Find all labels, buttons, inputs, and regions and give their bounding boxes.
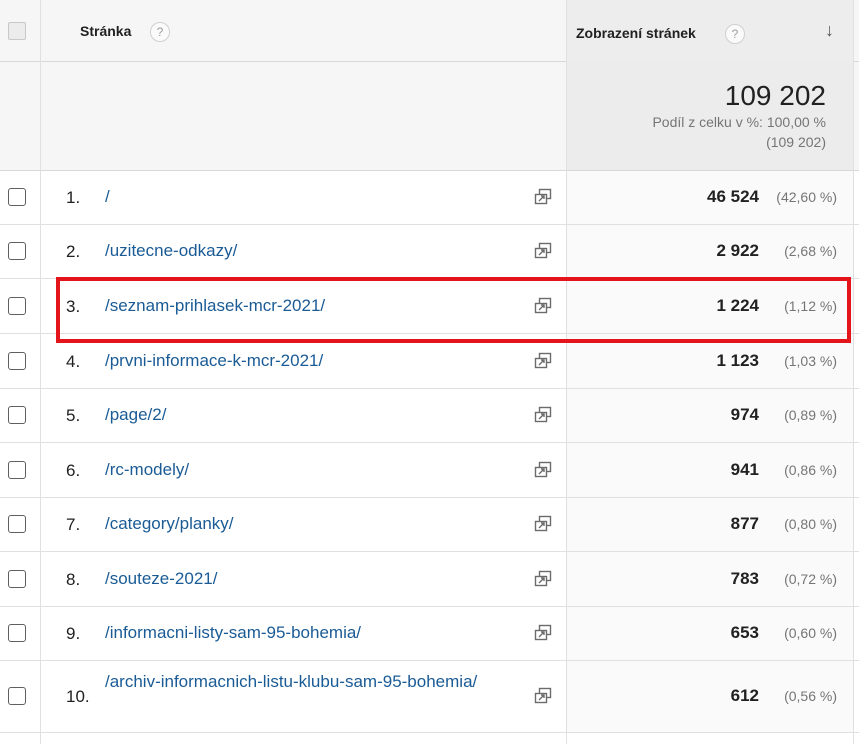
select-all-checkbox[interactable]	[8, 22, 26, 40]
column-header-pageviews[interactable]: Zobrazení stránek	[576, 25, 696, 41]
row-checkbox[interactable]	[8, 515, 26, 533]
open-in-new-window-icon[interactable]	[533, 406, 553, 424]
table-row: 6. /rc-modely/941 (0,86 %)	[0, 443, 859, 498]
total-absolute: (109 202)	[766, 134, 826, 150]
open-in-new-window-icon[interactable]	[533, 687, 553, 705]
row-checkbox[interactable]	[8, 351, 26, 370]
row-checkbox[interactable]	[8, 624, 26, 642]
pageviews-percent: (2,68 %)	[784, 243, 837, 259]
table-row: 10. /archiv-informacnich-listu-klubu-sam-…	[0, 661, 859, 733]
pageviews-percent: (42,60 %)	[776, 189, 837, 205]
pageviews-value: 2 922	[716, 241, 759, 260]
row-index: 1.	[66, 188, 81, 207]
page-path-link[interactable]: /seznam-prihlasek-mcr-2021/	[105, 295, 525, 317]
row-checkbox[interactable]	[8, 296, 26, 315]
row-checkbox[interactable]	[8, 188, 26, 206]
open-in-new-window-icon[interactable]	[533, 515, 553, 533]
pageviews-value: 653	[730, 623, 759, 642]
analytics-table: Stránka ? Zobrazení stránek ? ↓ 109 202 …	[0, 0, 859, 744]
pageviews-value: 974	[730, 405, 759, 424]
page-path-link[interactable]: /uzitecne-odkazy/	[105, 240, 525, 262]
open-in-new-window-icon[interactable]	[533, 352, 553, 370]
totals-row: 109 202 Podíl z celku v %: 100,00 % (109…	[0, 62, 859, 171]
row-checkbox[interactable]	[8, 406, 26, 424]
column-divider	[40, 0, 41, 744]
pageviews-percent: (0,60 %)	[784, 625, 837, 641]
help-icon[interactable]: ?	[150, 22, 170, 42]
total-share: Podíl z celku v %: 100,00 %	[652, 114, 826, 130]
totals-metric-cell: 109 202 Podíl z celku v %: 100,00 % (109…	[567, 62, 853, 170]
open-in-new-window-icon[interactable]	[533, 242, 553, 260]
pageviews-value: 46 524	[707, 187, 759, 206]
page-path-link[interactable]: /	[105, 186, 525, 208]
pageviews-percent: (0,72 %)	[784, 570, 837, 587]
row-index: 2.	[66, 242, 81, 261]
pageviews-value: 612	[730, 686, 759, 705]
sort-arrow-down-icon[interactable]: ↓	[825, 20, 834, 41]
pageviews-percent: (0,80 %)	[784, 516, 837, 532]
pageviews-value: 783	[730, 568, 759, 588]
row-index: 10.	[66, 687, 90, 706]
pageviews-percent: (1,03 %)	[784, 352, 837, 369]
column-header-page[interactable]: Stránka	[80, 23, 131, 39]
table-header: Stránka ? Zobrazení stránek ? ↓	[0, 0, 859, 62]
page-path-link[interactable]: /category/planky/	[105, 513, 525, 535]
pageviews-value: 1 123	[716, 350, 759, 370]
open-in-new-window-icon[interactable]	[533, 297, 553, 315]
row-index: 6.	[66, 460, 81, 480]
open-in-new-window-icon[interactable]	[533, 570, 553, 588]
row-checkbox[interactable]	[8, 460, 26, 479]
row-checkbox[interactable]	[8, 687, 26, 705]
row-index: 3.	[66, 296, 81, 316]
page-path-link[interactable]: /souteze-2021/	[105, 568, 525, 590]
page-path-link[interactable]: /informacni-listy-sam-95-bohemia/	[105, 622, 525, 644]
column-divider	[853, 0, 854, 744]
pageviews-percent: (0,56 %)	[784, 688, 837, 704]
row-index: 4.	[66, 351, 81, 371]
row-index: 9.	[66, 624, 81, 643]
table-row: 4. /prvni-informace-k-mcr-2021/1 123 (1,03…	[0, 334, 859, 389]
table-row: 2. /uzitecne-odkazy/2 922 (2,68 %)	[0, 225, 859, 279]
table-row: 9. /informacni-listy-sam-95-bohemia/653 (0…	[0, 607, 859, 661]
page-path-link[interactable]: /page/2/	[105, 404, 525, 426]
page-path-link[interactable]: /rc-modely/	[105, 459, 525, 481]
table-row: 7. /category/planky/877 (0,80 %)	[0, 498, 859, 552]
row-index: 5.	[66, 406, 81, 425]
open-in-new-window-icon[interactable]	[533, 624, 553, 642]
row-checkbox[interactable]	[8, 569, 26, 588]
total-pageviews: 109 202	[724, 80, 826, 111]
table-row: 8. /souteze-2021/783 (0,72 %)	[0, 552, 859, 607]
pageviews-percent: (0,86 %)	[784, 461, 837, 478]
row-index: 8.	[66, 569, 81, 589]
page-path-link[interactable]: /prvni-informace-k-mcr-2021/	[105, 350, 525, 372]
pageviews-value: 941	[730, 459, 759, 479]
pageviews-value: 877	[730, 514, 759, 533]
open-in-new-window-icon[interactable]	[533, 461, 553, 479]
pageviews-percent: (0,89 %)	[784, 407, 837, 423]
open-in-new-window-icon[interactable]	[533, 188, 553, 206]
table-row: 5. /page/2/974 (0,89 %)	[0, 389, 859, 443]
page-path-link[interactable]: /archiv-informacnich-listu-klubu-sam-95-…	[105, 671, 523, 693]
row-checkbox[interactable]	[8, 242, 26, 260]
pageviews-value: 1 224	[716, 295, 759, 315]
table-row: 3. /seznam-prihlasek-mcr-2021/1 224 (1,12 …	[0, 279, 859, 334]
column-divider	[566, 0, 567, 744]
help-icon[interactable]: ?	[725, 24, 745, 44]
pageviews-percent: (1,12 %)	[784, 297, 837, 314]
row-index: 7.	[66, 515, 81, 534]
table-row: 1. / 46 524 (42,60 %)	[0, 171, 859, 225]
